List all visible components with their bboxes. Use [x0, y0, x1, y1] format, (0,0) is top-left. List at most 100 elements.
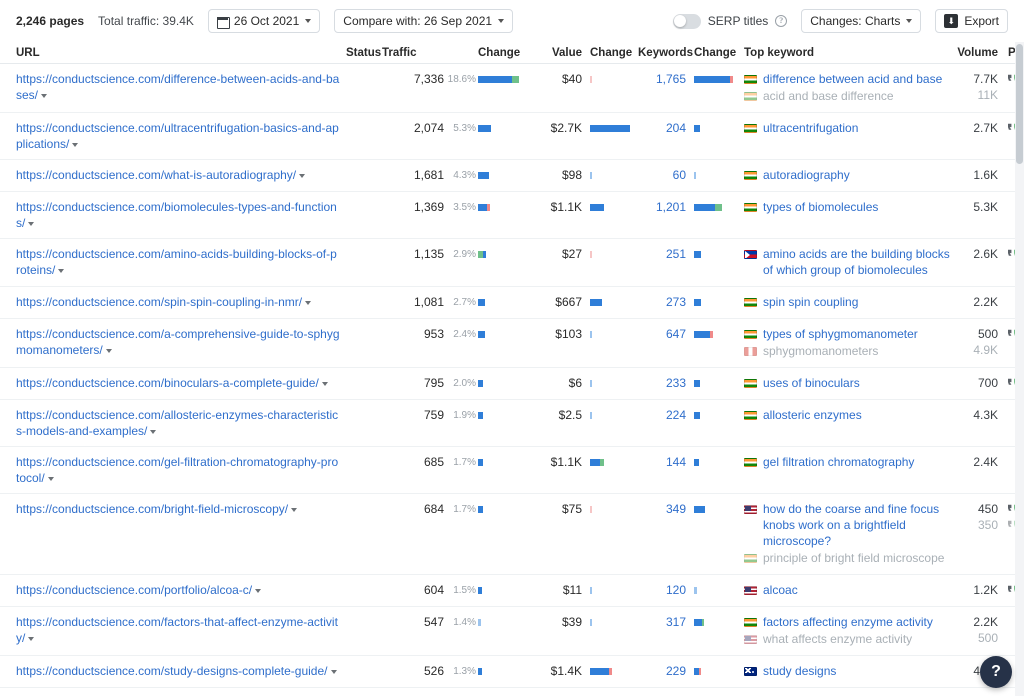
bar-segment-green: [600, 458, 604, 466]
chevron-down-icon[interactable]: [305, 301, 312, 305]
export-button[interactable]: ⬇ Export: [935, 9, 1008, 33]
table-row[interactable]: https://conductscience.com/study-designs…: [0, 656, 1024, 688]
keywords-cell-value: 647: [665, 327, 686, 341]
keyword-text[interactable]: allosteric enzymes: [763, 407, 862, 423]
chevron-down-icon[interactable]: [47, 477, 54, 481]
serp-titles-control[interactable]: SERP titles ?: [672, 13, 788, 29]
serp-titles-toggle[interactable]: [672, 13, 701, 29]
column-header-status[interactable]: Status: [346, 47, 382, 59]
volume-cell: 4.3K: [952, 407, 998, 423]
url-link[interactable]: https://conductscience.com/factors-that-…: [16, 615, 338, 645]
chevron-down-icon[interactable]: [321, 382, 328, 386]
url-link[interactable]: https://conductscience.com/biomolecules-…: [16, 200, 337, 230]
url-link[interactable]: https://conductscience.com/difference-be…: [16, 72, 339, 102]
keyword-text[interactable]: autoradiography: [763, 167, 850, 183]
column-header-change-traffic[interactable]: Change: [478, 47, 534, 59]
date-picker-button[interactable]: 26 Oct 2021: [207, 9, 321, 33]
keyword-text[interactable]: study designs: [763, 663, 836, 679]
chevron-down-icon[interactable]: [28, 637, 35, 641]
table-row[interactable]: https://conductscience.com/allosteric-en…: [0, 400, 1024, 447]
chevron-down-icon[interactable]: [105, 349, 112, 353]
keywords-change-cell: [686, 246, 738, 262]
chevron-down-icon[interactable]: [299, 174, 306, 178]
column-header-traffic[interactable]: Traffic: [382, 47, 478, 59]
table-row[interactable]: https://conductscience.com/a-comprehensi…: [0, 319, 1024, 368]
url-link[interactable]: https://conductscience.com/gel-filtratio…: [16, 455, 338, 485]
table-row[interactable]: https://conductscience.com/binoculars-a-…: [0, 368, 1024, 400]
chevron-down-icon[interactable]: [28, 222, 35, 226]
keyword-text[interactable]: uses of binoculars: [763, 375, 860, 391]
keyword-text[interactable]: how do the coarse and fine focus knobs w…: [763, 501, 952, 549]
column-header-change-keywords[interactable]: Change: [686, 47, 738, 59]
table-row[interactable]: https://conductscience.com/gel-filtratio…: [0, 447, 1024, 494]
keyword-text[interactable]: gel filtration chromatography: [763, 454, 914, 470]
traffic-percent-cell-value: 18.6%: [447, 74, 476, 85]
url-link[interactable]: https://conductscience.com/a-comprehensi…: [16, 327, 340, 357]
info-icon[interactable]: ?: [775, 15, 788, 27]
keyword-text[interactable]: types of sphygmomanometer: [763, 326, 918, 342]
url-link[interactable]: https://conductscience.com/study-designs…: [16, 664, 328, 678]
keyword-text[interactable]: types of biomolecules: [763, 199, 878, 215]
table-row[interactable]: https://conductscience.com/biomolecules-…: [0, 192, 1024, 239]
keyword-text[interactable]: what affects enzyme activity: [763, 631, 912, 647]
vertical-scrollbar[interactable]: [1015, 42, 1024, 696]
column-header-volume[interactable]: Volume: [952, 47, 998, 59]
site-explorer-top-pages-view: 2,246 pages Total traffic: 39.4K 26 Oct …: [0, 0, 1024, 696]
table-header: URL Status Traffic Change Value Change K…: [0, 42, 1024, 64]
keyword-text[interactable]: principle of bright field microscope: [763, 550, 944, 566]
keyword-text[interactable]: difference between acid and base: [763, 71, 942, 87]
chevron-down-icon: [498, 19, 505, 23]
table-row[interactable]: https://conductscience.com/spin-spin-cou…: [0, 287, 1024, 319]
bar-segment-blue: [694, 124, 700, 132]
traffic-cell-value: 795: [423, 376, 444, 390]
keyword-text[interactable]: ultracentrifugation: [763, 120, 858, 136]
keyword-text[interactable]: sphygmomanometers: [763, 343, 878, 359]
table-row[interactable]: https://conductscience.com/portfolio/alc…: [0, 575, 1024, 607]
table-row[interactable]: https://conductscience.com/lab/safranin/…: [0, 688, 1024, 696]
url-link[interactable]: https://conductscience.com/what-is-autor…: [16, 168, 296, 182]
column-header-keywords[interactable]: Keywords: [638, 47, 693, 59]
help-button[interactable]: ?: [980, 656, 1012, 688]
scrollbar-thumb[interactable]: [1016, 44, 1023, 164]
chevron-down-icon[interactable]: [255, 589, 262, 593]
column-header-change-value[interactable]: Change: [582, 47, 638, 59]
keywords-change-cell: [686, 501, 738, 517]
keyword-text[interactable]: factors affecting enzyme activity: [763, 614, 933, 630]
url-link[interactable]: https://conductscience.com/binoculars-a-…: [16, 376, 319, 390]
compare-date-label: Compare with: 26 Sep 2021: [343, 14, 493, 28]
table-row[interactable]: https://conductscience.com/what-is-autor…: [0, 160, 1024, 192]
table-row[interactable]: https://conductscience.com/factors-that-…: [0, 607, 1024, 656]
url-link[interactable]: https://conductscience.com/bright-field-…: [16, 502, 288, 516]
traffic-percent-cell: 2.9%: [444, 246, 478, 263]
chevron-down-icon[interactable]: [58, 269, 65, 273]
table-row[interactable]: https://conductscience.com/amino-acids-b…: [0, 239, 1024, 287]
keywords-change-cell: [686, 582, 738, 598]
url-link[interactable]: https://conductscience.com/portfolio/alc…: [16, 583, 252, 597]
changes-select-button[interactable]: Changes: Charts: [801, 9, 922, 33]
compare-date-button[interactable]: Compare with: 26 Sep 2021: [334, 9, 514, 33]
chevron-down-icon[interactable]: [330, 670, 337, 674]
url-link[interactable]: https://conductscience.com/ultracentrifu…: [16, 121, 339, 151]
volume-value: 4.9K: [973, 343, 998, 357]
keyword-text[interactable]: amino acids are the building blocks of w…: [763, 246, 952, 278]
table-row[interactable]: https://conductscience.com/ultracentrifu…: [0, 113, 1024, 160]
bar-segment-ltblue: [590, 379, 592, 387]
column-header-value[interactable]: Value: [534, 47, 582, 59]
flag-icon-in: [744, 124, 757, 133]
table-row[interactable]: https://conductscience.com/bright-field-…: [0, 494, 1024, 575]
chevron-down-icon[interactable]: [291, 508, 298, 512]
change-bar: [694, 199, 738, 215]
keyword-text[interactable]: spin spin coupling: [763, 294, 858, 310]
column-header-url[interactable]: URL: [16, 47, 346, 59]
column-header-top-keyword[interactable]: Top keyword: [738, 47, 952, 59]
url-link[interactable]: https://conductscience.com/allosteric-en…: [16, 408, 338, 438]
url-link[interactable]: https://conductscience.com/spin-spin-cou…: [16, 295, 302, 309]
keyword-text[interactable]: acid and base difference: [763, 88, 894, 104]
chevron-down-icon[interactable]: [72, 143, 79, 147]
chevron-down-icon[interactable]: [41, 94, 48, 98]
table-row[interactable]: https://conductscience.com/difference-be…: [0, 64, 1024, 113]
chevron-down-icon[interactable]: [150, 430, 157, 434]
change-bar: [478, 614, 534, 630]
keyword-text[interactable]: alcoac: [763, 582, 798, 598]
export-label: Export: [964, 14, 999, 28]
